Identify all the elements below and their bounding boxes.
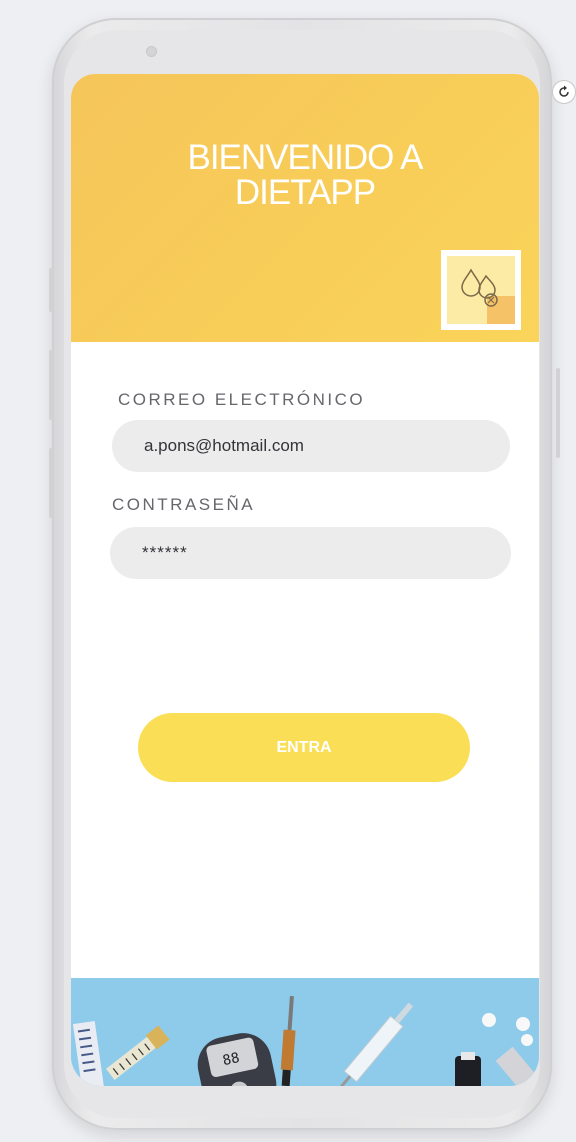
password-label: CONTRASEÑA (112, 495, 256, 514)
rotate-icon (559, 85, 569, 97)
email-field[interactable]: a.pons@hotmail.com (112, 420, 510, 472)
app-title: BIENVENIDO A DIETAPP (187, 138, 423, 212)
password-field[interactable]: ****** (110, 527, 511, 579)
footer-photo: 88 (71, 978, 539, 1086)
app-logo (441, 250, 521, 330)
phone-side-button (49, 448, 53, 518)
camera-dot (146, 46, 157, 57)
logo-background (447, 256, 515, 324)
rotate-button[interactable] (552, 80, 576, 104)
drops-logo-icon (461, 268, 498, 307)
phone-side-button (49, 350, 53, 420)
email-label: CORREO ELECTRÓNICO (118, 390, 366, 409)
login-button[interactable]: ENTRA (138, 713, 470, 782)
app-header: BIENVENIDO A DIETAPP (71, 74, 539, 342)
phone-side-button (49, 268, 53, 312)
app-screen: BIENVENIDO A DIETAPP CORREO ELECTRÓNICO … (71, 74, 539, 1086)
phone-side-button (556, 368, 560, 458)
diabetes-supplies-icon: 88 (71, 978, 539, 1086)
